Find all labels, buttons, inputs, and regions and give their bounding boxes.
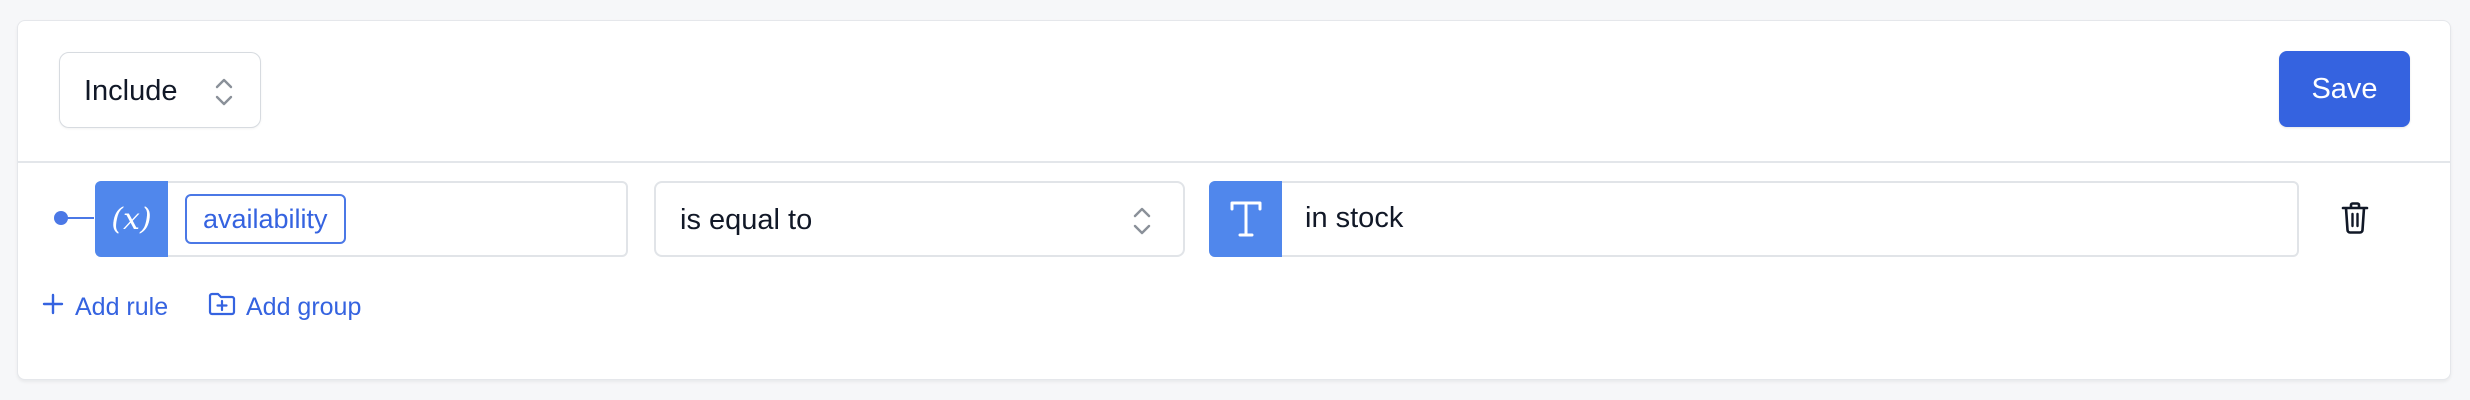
plus-icon [41, 292, 65, 323]
include-mode-value: Include [84, 75, 178, 107]
chevron-up-down-icon [213, 75, 235, 114]
operator-select[interactable]: is equal to [654, 181, 1185, 257]
include-mode-select[interactable]: Include [59, 52, 261, 128]
add-group-label: Add group [246, 293, 362, 321]
field-tag-availability[interactable]: availability [185, 194, 346, 244]
save-button[interactable]: Save [2279, 51, 2410, 127]
variable-icon[interactable]: (x) [95, 181, 168, 257]
text-type-icon[interactable] [1209, 181, 1282, 257]
folder-plus-icon [208, 292, 236, 323]
trash-icon[interactable] [2340, 201, 2370, 240]
add-group-button[interactable]: Add group [208, 292, 361, 323]
chevron-up-down-icon [1131, 203, 1153, 244]
value-text: in stock [1305, 202, 1404, 234]
operator-value: is equal to [680, 204, 813, 236]
field-input[interactable] [95, 181, 628, 257]
rule-builder-header: Include Save [18, 21, 2450, 163]
add-rule-button[interactable]: Add rule [41, 292, 168, 323]
add-rule-label: Add rule [75, 293, 169, 321]
rule-connector-line [66, 217, 94, 219]
